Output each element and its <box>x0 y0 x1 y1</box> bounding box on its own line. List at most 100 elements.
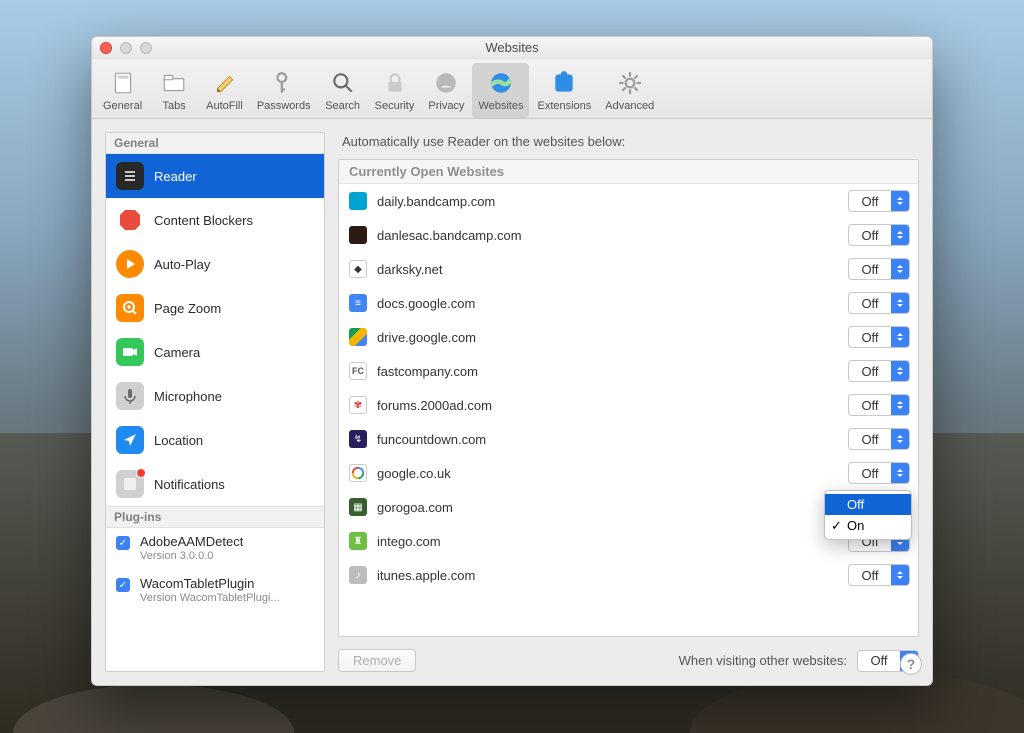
toolbar-passwords[interactable]: Passwords <box>251 63 317 118</box>
toolbar-label: Search <box>325 100 360 112</box>
location-icon <box>116 426 144 454</box>
sidebar-item-location[interactable]: Location <box>106 418 324 462</box>
preferences-toolbar: General Tabs AutoFill Passwords Search <box>92 59 932 119</box>
reader-dropdown[interactable]: Off <box>848 564 910 586</box>
preferences-window: Websites General Tabs AutoFill Passwords <box>91 36 933 686</box>
website-row[interactable]: FC fastcompany.com Off <box>339 354 918 388</box>
toolbar-extensions[interactable]: Extensions <box>531 63 597 118</box>
website-domain: itunes.apple.com <box>377 568 848 583</box>
website-domain: forums.2000ad.com <box>377 398 848 413</box>
plugin-checkbox[interactable]: ✓ <box>116 536 130 550</box>
chevron-updown-icon <box>891 395 909 415</box>
dropdown-option-label: Off <box>847 497 864 512</box>
reader-dropdown[interactable]: Off <box>848 190 910 212</box>
toolbar-advanced[interactable]: Advanced <box>599 63 660 118</box>
sidebar-item-reader[interactable]: Reader <box>106 154 324 198</box>
sidebar-item-label: Page Zoom <box>154 301 221 316</box>
reader-dropdown[interactable]: Off <box>848 224 910 246</box>
plugin-checkbox[interactable]: ✓ <box>116 578 130 592</box>
website-row[interactable]: daily.bandcamp.com Off <box>339 184 918 218</box>
close-window-button[interactable] <box>100 42 112 54</box>
favicon-icon: ◆ <box>349 260 367 278</box>
toolbar-autofill[interactable]: AutoFill <box>200 63 249 118</box>
plugin-item-adobe[interactable]: ✓ AdobeAAMDetect Version 3.0.0.0 <box>106 528 324 570</box>
favicon-icon <box>349 464 367 482</box>
reader-dropdown[interactable]: Off <box>848 462 910 484</box>
notification-badge-icon <box>136 468 146 478</box>
reader-dropdown[interactable]: Off <box>848 428 910 450</box>
website-domain: drive.google.com <box>377 330 848 345</box>
chevron-updown-icon <box>891 565 909 585</box>
website-domain: daily.bandcamp.com <box>377 194 848 209</box>
website-row[interactable]: google.co.uk Off <box>339 456 918 490</box>
sidebar-item-auto-play[interactable]: Auto-Play <box>106 242 324 286</box>
toolbar-label: AutoFill <box>206 100 243 112</box>
toolbar-label: Passwords <box>257 100 311 112</box>
main-panel: Automatically use Reader on the websites… <box>338 132 919 672</box>
remove-button[interactable]: Remove <box>338 649 416 672</box>
plugin-item-wacom[interactable]: ✓ WacomTabletPlugin Version WacomTabletP… <box>106 570 324 612</box>
general-icon <box>109 69 137 97</box>
favicon-icon: ✾ <box>349 396 367 414</box>
sidebar-item-notifications[interactable]: Notifications <box>106 462 324 506</box>
toolbar-tabs[interactable]: Tabs <box>150 63 198 118</box>
pencil-icon <box>210 69 238 97</box>
sidebar-item-label: Camera <box>154 345 200 360</box>
reader-dropdown[interactable]: Off <box>848 292 910 314</box>
chevron-updown-icon <box>891 259 909 279</box>
chevron-updown-icon <box>891 327 909 347</box>
website-row[interactable]: ◆ darksky.net Off <box>339 252 918 286</box>
favicon-icon <box>349 192 367 210</box>
toolbar-label: Privacy <box>428 100 464 112</box>
sidebar-item-page-zoom[interactable]: Page Zoom <box>106 286 324 330</box>
favicon-icon: ▦ <box>349 498 367 516</box>
reader-dropdown[interactable]: Off <box>848 360 910 382</box>
toolbar-privacy[interactable]: Privacy <box>422 63 470 118</box>
websites-list: Currently Open Websites daily.bandcamp.c… <box>338 159 919 637</box>
sidebar-item-camera[interactable]: Camera <box>106 330 324 374</box>
plugin-version: Version 3.0.0.0 <box>140 550 243 564</box>
toolbar-label: General <box>103 100 142 112</box>
dropdown-option-on[interactable]: ✓ On <box>825 515 911 536</box>
plugin-version: Version WacomTabletPlugi... <box>140 592 280 606</box>
favicon-icon: ↯ <box>349 430 367 448</box>
other-websites-label: When visiting other websites: <box>679 653 847 668</box>
minimize-window-button[interactable] <box>120 42 132 54</box>
website-domain: docs.google.com <box>377 296 848 311</box>
sidebar-item-microphone[interactable]: Microphone <box>106 374 324 418</box>
chevron-updown-icon <box>891 463 909 483</box>
toolbar-security[interactable]: Security <box>369 63 421 118</box>
dropdown-menu[interactable]: Off ✓ On <box>824 490 912 540</box>
favicon-icon: FC <box>349 362 367 380</box>
microphone-icon <box>116 382 144 410</box>
sidebar-item-label: Location <box>154 433 203 448</box>
chevron-updown-icon <box>891 225 909 245</box>
toolbar-general[interactable]: General <box>97 63 148 118</box>
dropdown-option-off[interactable]: Off <box>825 494 911 515</box>
notifications-icon <box>116 470 144 498</box>
website-row[interactable]: danlesac.bandcamp.com Off <box>339 218 918 252</box>
zoom-window-button[interactable] <box>140 42 152 54</box>
website-row[interactable]: ♪ itunes.apple.com Off <box>339 558 918 592</box>
reader-icon <box>116 162 144 190</box>
toolbar-websites[interactable]: Websites <box>472 63 529 118</box>
website-domain: funcountdown.com <box>377 432 848 447</box>
plugin-name: WacomTabletPlugin <box>140 576 280 592</box>
reader-dropdown[interactable]: Off <box>848 394 910 416</box>
stop-icon <box>116 206 144 234</box>
tabs-icon <box>160 69 188 97</box>
website-domain: google.co.uk <box>377 466 848 481</box>
website-row[interactable]: ≡ docs.google.com Off <box>339 286 918 320</box>
website-domain: danlesac.bandcamp.com <box>377 228 848 243</box>
website-row[interactable]: ✾ forums.2000ad.com Off <box>339 388 918 422</box>
sidebar: General Reader Content Blockers Auto-Pla… <box>105 132 325 672</box>
chevron-updown-icon <box>891 293 909 313</box>
website-row[interactable]: drive.google.com Off <box>339 320 918 354</box>
sidebar-item-content-blockers[interactable]: Content Blockers <box>106 198 324 242</box>
help-button[interactable]: ? <box>900 653 922 675</box>
website-row[interactable]: ↯ funcountdown.com Off <box>339 422 918 456</box>
privacy-icon <box>432 69 460 97</box>
toolbar-search[interactable]: Search <box>319 63 367 118</box>
reader-dropdown[interactable]: Off <box>848 326 910 348</box>
reader-dropdown[interactable]: Off <box>848 258 910 280</box>
